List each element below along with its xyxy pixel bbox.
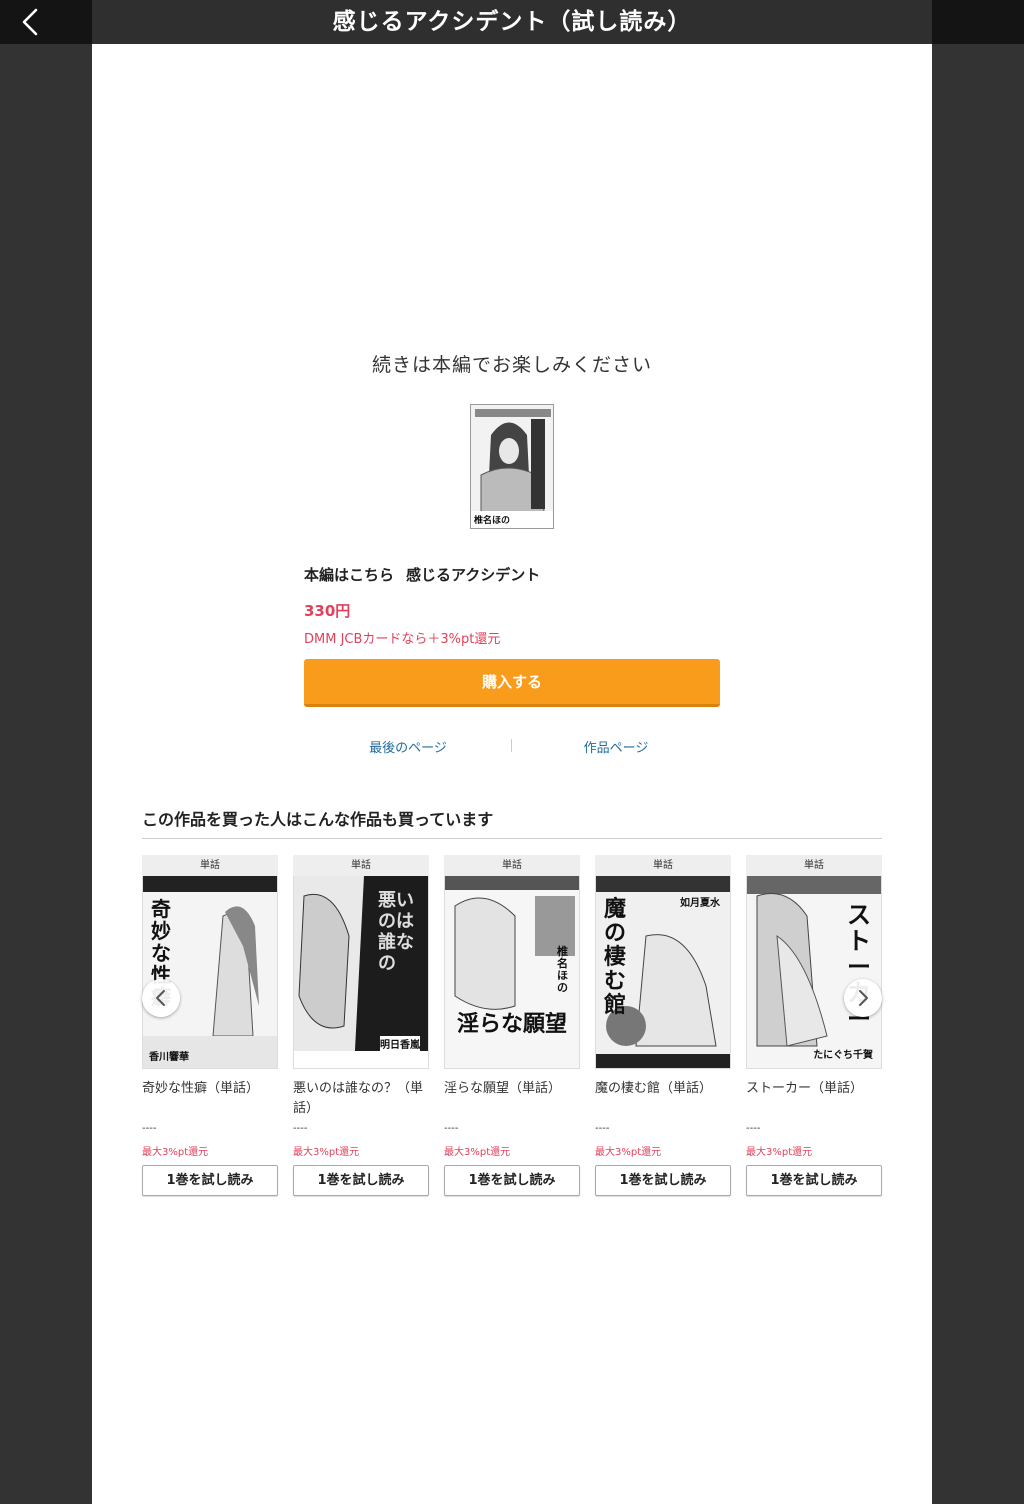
card-cover-text: 魔の棲む館: [604, 897, 627, 1018]
card-cover-author: 明日香嵐: [380, 1036, 420, 1051]
card-tag: 単話: [293, 855, 429, 876]
card-tag: 単話: [142, 855, 278, 876]
jcb-note: DMM JCBカードなら＋3%pt還元: [304, 632, 501, 647]
card-tag: 単話: [444, 855, 580, 876]
card-cover-text: 淫らな願望: [457, 1012, 568, 1037]
card-cover-author: 椎名ほの: [557, 945, 568, 994]
card-cover[interactable]: 魔の棲む館 如月夏水: [595, 876, 731, 1069]
chevron-left-icon: [22, 8, 38, 36]
carousel-prev-button[interactable]: [142, 979, 180, 1017]
card-pt: 最大3%pt還元: [444, 1147, 511, 1158]
chevron-right-icon: [859, 990, 868, 1006]
card-cover[interactable]: ストーカー たにぐち千賀: [746, 876, 882, 1069]
product-prefix: 本編はこちら: [304, 566, 395, 584]
trial-read-button[interactable]: 1巻を試し読み: [595, 1165, 731, 1196]
card-title[interactable]: 悪いのは誰なの？（単話）: [293, 1079, 429, 1119]
card-cover[interactable]: 奇妙な性癖 香川響華: [142, 876, 278, 1069]
card-cover-author: 如月夏水: [680, 898, 720, 909]
trial-read-button[interactable]: 1巻を試し読み: [142, 1165, 278, 1196]
card-cover-author: 香川響華: [149, 1052, 189, 1063]
card-cover[interactable]: 悪いのは誰なの 明日香嵐: [293, 876, 429, 1069]
buy-button[interactable]: 購入する: [304, 659, 720, 707]
card-price: ----: [746, 1123, 761, 1134]
last-page-link[interactable]: 最後のページ: [304, 737, 512, 756]
card-cover-author: たにぐち千賀: [813, 1050, 873, 1061]
card-cover[interactable]: 椎名ほの 淫らな願望: [444, 876, 580, 1069]
trial-read-button[interactable]: 1巻を試し読み: [293, 1165, 429, 1196]
recommendations-heading: この作品を買った人はこんな作品も買っています: [142, 810, 494, 829]
main-cover-image[interactable]: 椎名ほの: [470, 404, 554, 529]
continue-message: 続きは本編でお楽しみください: [371, 354, 652, 376]
main-cover-author: 椎名ほの: [474, 516, 511, 526]
content-panel: 続きは本編でお楽しみください 椎名ほの 本編はこちら 感じるアクシデント 330円…: [92, 44, 932, 1504]
card-tag: 単話: [746, 855, 882, 876]
card-price: ----: [444, 1123, 459, 1134]
product-heading: 本編はこちら 感じるアクシデント: [304, 564, 552, 585]
card-price: ----: [142, 1123, 157, 1134]
chevron-left-icon: [156, 990, 165, 1006]
page-title: 感じるアクシデント（試し読み）: [332, 9, 692, 35]
card-cover-text: 悪いのは誰なの: [378, 890, 414, 974]
trial-read-button[interactable]: 1巻を試し読み: [746, 1165, 882, 1196]
card-pt: 最大3%pt還元: [595, 1147, 662, 1158]
card-tag: 単話: [595, 855, 731, 876]
card-price: ----: [595, 1123, 610, 1134]
top-bar: 感じるアクシデント（試し読み）: [0, 0, 1024, 44]
product-price: 330円: [304, 602, 351, 620]
recommendations-divider: [142, 838, 882, 839]
trial-read-button[interactable]: 1巻を試し読み: [444, 1165, 580, 1196]
recommendation-card[interactable]: 単話 魔の棲む館 如月夏水 魔の棲む館（単話） ---- 最大3%pt還元 1巻…: [595, 855, 731, 1196]
recommendation-card[interactable]: 単話 悪いのは誰なの 明日香嵐 悪いのは誰なの？（単話） ---- 最大3%pt…: [293, 855, 429, 1196]
card-price: ----: [293, 1123, 308, 1134]
back-button[interactable]: [0, 0, 60, 44]
recommendation-card[interactable]: 単話 椎名ほの 淫らな願望 淫らな願望（単話） ---- 最大3%pt還元 1巻…: [444, 855, 580, 1196]
carousel-next-button[interactable]: [844, 979, 882, 1017]
card-title[interactable]: 魔の棲む館（単話）: [595, 1079, 731, 1119]
product-title[interactable]: 感じるアクシデント: [406, 566, 540, 584]
card-title[interactable]: 淫らな願望（単話）: [444, 1079, 580, 1119]
card-pt: 最大3%pt還元: [142, 1147, 209, 1158]
card-pt: 最大3%pt還元: [746, 1147, 813, 1158]
card-pt: 最大3%pt還元: [293, 1147, 360, 1158]
work-page-link[interactable]: 作品ページ: [512, 737, 720, 756]
card-title[interactable]: ストーカー（単話）: [746, 1079, 882, 1119]
card-title[interactable]: 奇妙な性癖（単話）: [142, 1079, 278, 1119]
